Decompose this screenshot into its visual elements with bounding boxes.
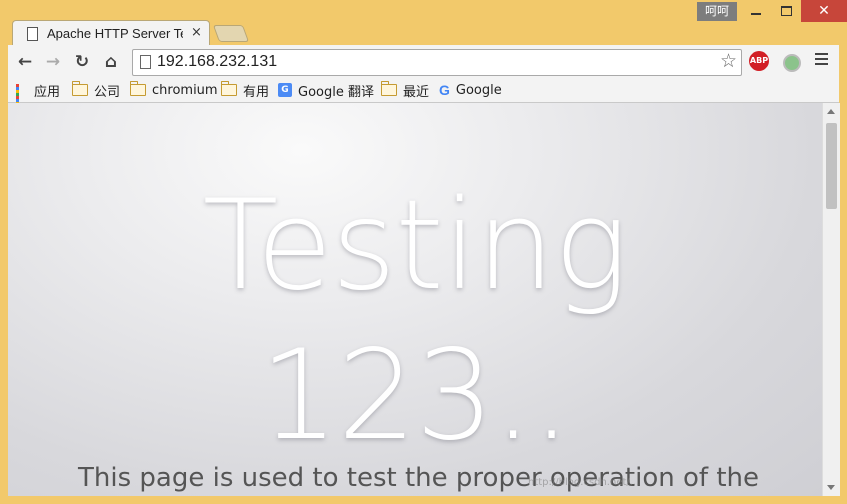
browser-window: 呵呵 ✕ Apache HTTP Server Test Page × ← → … bbox=[0, 0, 847, 504]
folder-icon bbox=[221, 81, 237, 96]
apps-grid-icon bbox=[16, 84, 28, 111]
minimize-button[interactable] bbox=[741, 0, 771, 22]
bookmark-google[interactable]: G Google bbox=[439, 81, 502, 99]
vertical-scrollbar[interactable] bbox=[822, 103, 840, 496]
menu-icon[interactable] bbox=[815, 53, 828, 68]
forward-icon[interactable]: → bbox=[42, 51, 64, 73]
home-icon[interactable]: ⌂ bbox=[100, 51, 122, 73]
folder-icon bbox=[72, 81, 88, 96]
maximize-button[interactable] bbox=[771, 0, 801, 22]
bookmark-label: 最近 bbox=[403, 84, 430, 100]
google-translate-icon: G bbox=[278, 83, 292, 97]
toolbar: ← → ↻ ⌂ 192.168.232.131 ☆ ABP bbox=[8, 45, 839, 78]
scroll-down-icon[interactable] bbox=[827, 485, 835, 490]
close-tab-icon[interactable]: × bbox=[191, 25, 202, 40]
bookmark-star-icon[interactable]: ☆ bbox=[720, 50, 737, 72]
folder-icon bbox=[130, 81, 146, 96]
scroll-up-icon[interactable] bbox=[827, 109, 835, 114]
tab-title: Apache HTTP Server Test Page bbox=[47, 26, 183, 41]
bookmark-apps[interactable]: 应用 bbox=[16, 81, 61, 111]
watermark: http://blog.csdn.net/... bbox=[528, 477, 640, 488]
bookmarks-bar: 应用 公司 chromium 有用 G Google 翻译 最近 G Googl… bbox=[8, 78, 839, 111]
bookmark-folder-recent[interactable]: 最近 bbox=[381, 81, 430, 100]
bookmark-folder-useful[interactable]: 有用 bbox=[221, 81, 270, 100]
tab-active[interactable]: Apache HTTP Server Test Page × bbox=[12, 20, 210, 47]
bookmark-folder-chromium[interactable]: chromium bbox=[130, 81, 218, 99]
bookmark-label: 公司 bbox=[94, 84, 121, 100]
scroll-thumb[interactable] bbox=[826, 123, 837, 209]
reload-icon[interactable]: ↻ bbox=[71, 51, 93, 73]
hero-heading-line1: Testing bbox=[202, 174, 629, 318]
adblock-plus-icon[interactable]: ABP bbox=[749, 51, 769, 71]
close-window-button[interactable]: ✕ bbox=[801, 0, 847, 22]
page-icon bbox=[27, 27, 38, 41]
bookmark-google-translate[interactable]: G Google 翻译 bbox=[278, 81, 374, 100]
url-text[interactable]: 192.168.232.131 bbox=[157, 53, 277, 71]
bookmark-label: chromium bbox=[152, 82, 218, 98]
address-bar[interactable]: 192.168.232.131 ☆ bbox=[132, 49, 742, 76]
extension-icon[interactable] bbox=[783, 54, 801, 72]
bookmark-label: Google 翻译 bbox=[298, 84, 374, 100]
intro-paragraph: This page is used to test the proper ope… bbox=[78, 463, 759, 493]
bookmark-label: 有用 bbox=[243, 84, 270, 100]
profile-badge[interactable]: 呵呵 bbox=[697, 2, 737, 21]
bookmark-folder-company[interactable]: 公司 bbox=[72, 81, 121, 100]
bookmark-label: Google bbox=[455, 82, 502, 98]
folder-icon bbox=[381, 81, 397, 96]
back-icon[interactable]: ← bbox=[14, 51, 36, 73]
hero-heading-line2: 123.. bbox=[259, 324, 572, 468]
page-viewport: Testing 123.. This page is used to test … bbox=[8, 103, 822, 496]
google-g-icon: G bbox=[439, 82, 450, 98]
page-icon bbox=[140, 55, 151, 69]
new-tab-button[interactable] bbox=[212, 25, 250, 42]
bookmark-label: 应用 bbox=[34, 84, 61, 100]
